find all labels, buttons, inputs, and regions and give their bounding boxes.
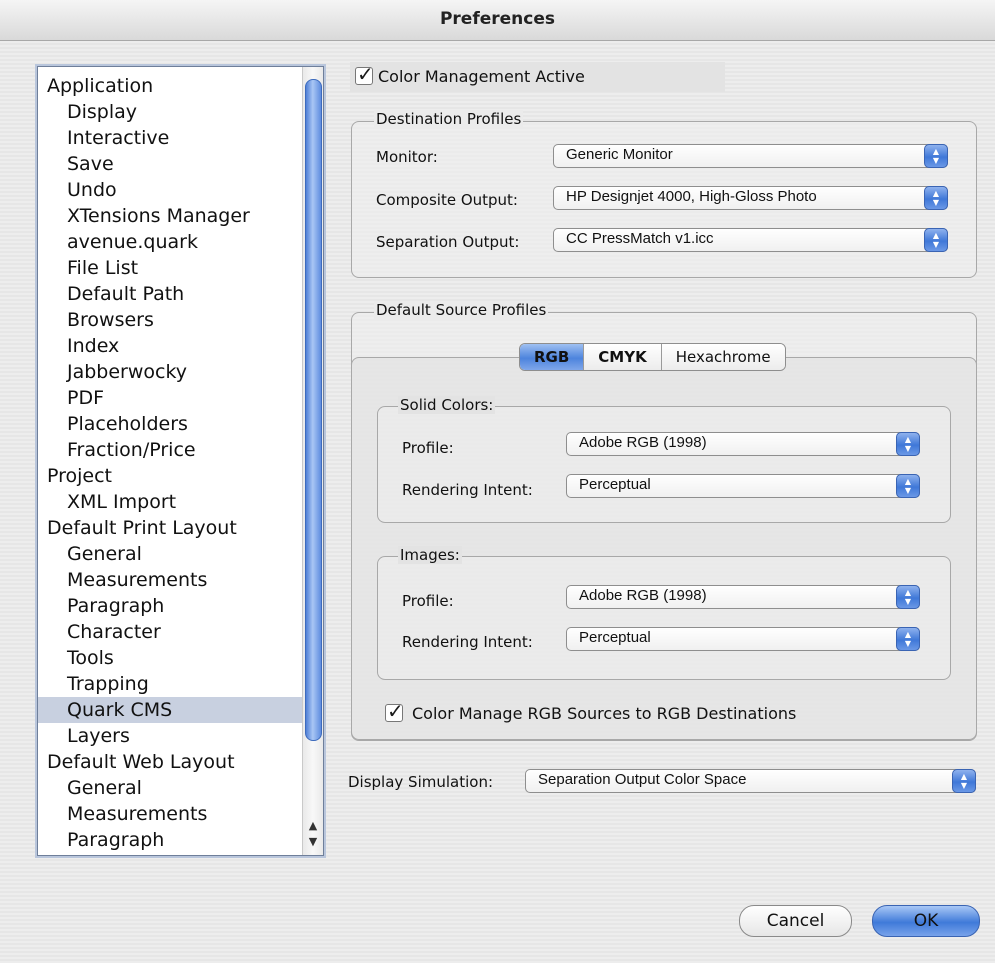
title-bar[interactable]: Preferences <box>0 0 995 41</box>
sidebar-item-tools[interactable]: Tools <box>38 645 323 671</box>
separation-output-label: Separation Output: <box>376 233 520 251</box>
destination-profiles-title: Destination Profiles <box>374 110 524 128</box>
preferences-window: Preferences Application Display Interactiv… <box>0 0 995 963</box>
scroll-up-arrow-icon[interactable]: ▲ <box>306 819 320 833</box>
cancel-button[interactable]: Cancel <box>739 905 852 937</box>
monitor-label: Monitor: <box>376 148 438 166</box>
solid-profile-label: Profile: <box>402 439 454 457</box>
solid-intent-popup[interactable]: Perceptual ▲ ▼ <box>566 474 920 498</box>
images-profile-label: Profile: <box>402 592 454 610</box>
sidebar-item-quark-cms[interactable]: Quark CMS <box>38 697 323 723</box>
monitor-profile-value: Generic Monitor <box>566 146 673 163</box>
sidebar-item-default-web-layout[interactable]: Default Web Layout <box>38 749 309 775</box>
images-title: Images: <box>398 546 462 564</box>
popup-arrows-icon: ▲ ▼ <box>896 627 920 651</box>
images-intent-label: Rendering Intent: <box>402 633 533 651</box>
solid-profile-popup[interactable]: Adobe RGB (1998) ▲ ▼ <box>566 432 920 456</box>
sidebar-item-general[interactable]: General <box>38 775 323 801</box>
solid-colors-group <box>377 406 951 523</box>
tab-hexachrome[interactable]: Hexachrome <box>661 344 785 370</box>
display-simulation-label: Display Simulation: <box>348 773 494 791</box>
separation-output-popup[interactable]: CC PressMatch v1.icc ▲ ▼ <box>553 228 948 252</box>
images-intent-popup[interactable]: Perceptual ▲ ▼ <box>566 627 920 651</box>
sidebar-item-layers[interactable]: Layers <box>38 723 323 749</box>
sidebar-item-xtensions-manager[interactable]: XTensions Manager <box>38 203 323 229</box>
composite-output-value: HP Designjet 4000, High-Gloss Photo <box>566 188 817 205</box>
sidebar-item-interactive[interactable]: Interactive <box>38 125 323 151</box>
composite-output-popup[interactable]: HP Designjet 4000, High-Gloss Photo ▲ ▼ <box>553 186 948 210</box>
images-profile-popup[interactable]: Adobe RGB (1998) ▲ ▼ <box>566 585 920 609</box>
tab-cmyk[interactable]: CMYK <box>584 344 662 370</box>
solid-intent-value: Perceptual <box>579 476 651 493</box>
sidebar-item-trapping[interactable]: Trapping <box>38 671 323 697</box>
monitor-profile-popup[interactable]: Generic Monitor ▲ ▼ <box>553 144 948 168</box>
sidebar-item-fraction-price[interactable]: Fraction/Price <box>38 437 323 463</box>
preferences-category-list[interactable]: Application Display Interactive Save Undo XTe… <box>37 66 324 856</box>
sidebar-item-general[interactable]: General <box>38 541 323 567</box>
sidebar-item-project[interactable]: Project <box>38 463 309 489</box>
color-management-active-label: Color Management Active <box>378 67 585 86</box>
rgb-to-rgb-label: Color Manage RGB Sources to RGB Destinat… <box>412 704 797 723</box>
popup-arrows-icon: ▲ ▼ <box>924 186 948 210</box>
vertical-scrollbar[interactable]: ▲ ▼ <box>302 67 323 855</box>
sidebar-item-paragraph[interactable]: Paragraph <box>38 593 323 619</box>
solid-profile-value: Adobe RGB (1998) <box>579 434 707 451</box>
sidebar-item-xml-import[interactable]: XML Import <box>38 489 323 515</box>
images-profile-value: Adobe RGB (1998) <box>579 587 707 604</box>
sidebar-item-default-path[interactable]: Default Path <box>38 281 323 307</box>
color-management-active-checkbox[interactable]: ✓ <box>355 62 374 86</box>
scroll-thumb[interactable] <box>305 79 322 741</box>
popup-arrows-icon: ▲ ▼ <box>924 228 948 252</box>
tab-rgb[interactable]: RGB <box>520 344 585 370</box>
popup-arrows-icon: ▲ ▼ <box>952 769 976 793</box>
window-title: Preferences <box>439 9 556 29</box>
ok-button[interactable]: OK <box>872 905 980 937</box>
popup-arrows-icon: ▲ ▼ <box>924 144 948 168</box>
composite-output-label: Composite Output: <box>376 191 518 209</box>
sidebar-item-display[interactable]: Display <box>38 99 323 125</box>
checkmark-icon: ✓ <box>357 62 374 86</box>
default-source-profiles-title: Default Source Profiles <box>374 301 549 319</box>
sidebar-item-placeholders[interactable]: Placeholders <box>38 411 323 437</box>
sidebar-item-default-print-layout[interactable]: Default Print Layout <box>38 515 309 541</box>
sidebar-item-avenue-quark[interactable]: avenue.quark <box>38 229 323 255</box>
sidebar-item-index[interactable]: Index <box>38 333 323 359</box>
sidebar-item-browsers[interactable]: Browsers <box>38 307 323 333</box>
solid-colors-title: Solid Colors: <box>398 396 496 414</box>
profile-type-tabs: RGB CMYK Hexachrome <box>519 343 786 371</box>
display-simulation-popup[interactable]: Separation Output Color Space ▲ ▼ <box>525 769 976 793</box>
solid-intent-label: Rendering Intent: <box>402 481 533 499</box>
sidebar-item-character[interactable]: Character <box>38 619 323 645</box>
sidebar-item-undo[interactable]: Undo <box>38 177 323 203</box>
images-intent-value: Perceptual <box>579 629 651 646</box>
checkmark-icon: ✓ <box>387 699 404 723</box>
sidebar-item-measurements[interactable]: Measurements <box>38 801 323 827</box>
popup-arrows-icon: ▲ ▼ <box>896 585 920 609</box>
popup-arrows-icon: ▲ ▼ <box>896 432 920 456</box>
sidebar-item-save[interactable]: Save <box>38 151 323 177</box>
scroll-down-arrow-icon[interactable]: ▼ <box>306 835 320 849</box>
sidebar-item-paragraph[interactable]: Paragraph <box>38 827 323 853</box>
sidebar-item-jabberwocky[interactable]: Jabberwocky <box>38 359 323 385</box>
sidebar-item-measurements[interactable]: Measurements <box>38 567 323 593</box>
rgb-to-rgb-checkbox[interactable]: ✓ <box>385 699 404 723</box>
sidebar-item-application[interactable]: Application <box>38 73 309 99</box>
sidebar-item-file-list[interactable]: File List <box>38 255 323 281</box>
images-group <box>377 556 951 680</box>
separation-output-value: CC PressMatch v1.icc <box>566 230 714 247</box>
display-simulation-value: Separation Output Color Space <box>538 771 747 788</box>
sidebar-item-pdf[interactable]: PDF <box>38 385 323 411</box>
popup-arrows-icon: ▲ ▼ <box>896 474 920 498</box>
